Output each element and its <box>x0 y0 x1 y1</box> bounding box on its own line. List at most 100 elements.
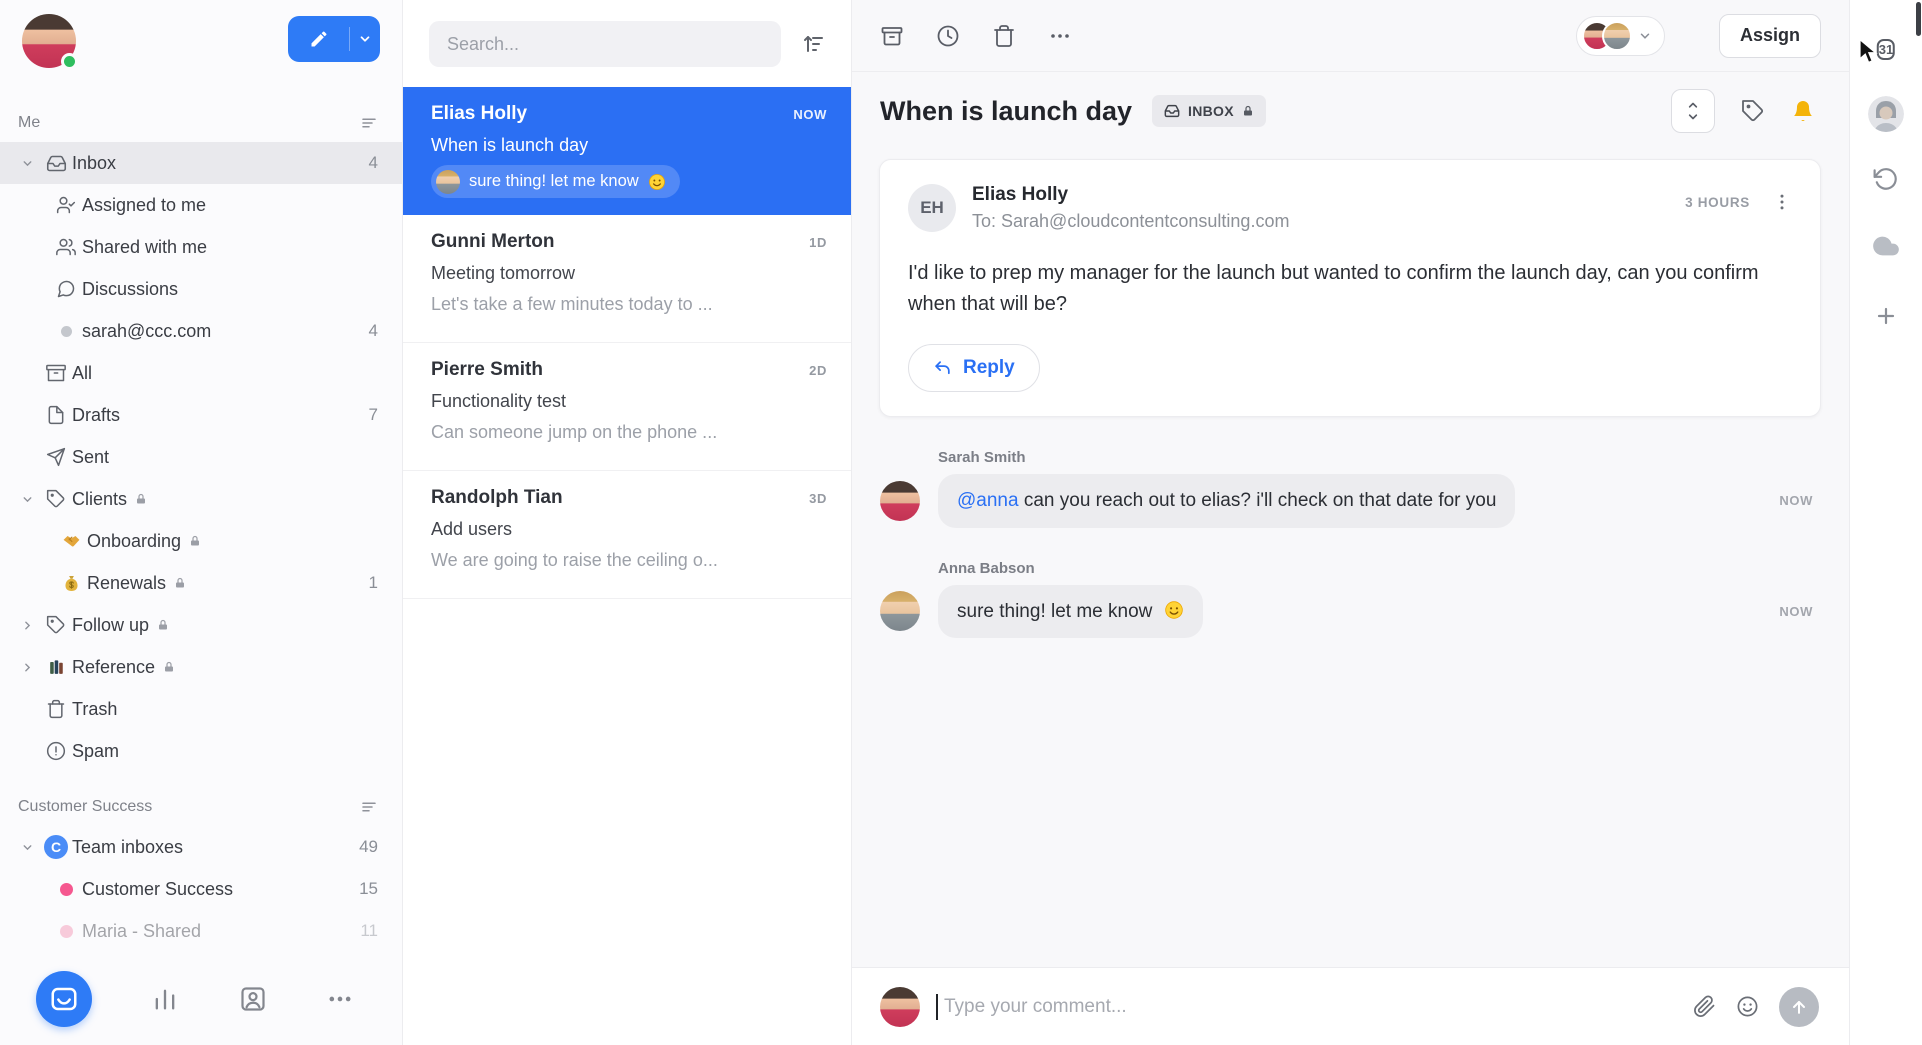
smile-emoji-icon <box>1164 600 1184 620</box>
channel-dot-icon <box>50 326 82 337</box>
calendar-icon[interactable]: 31 <box>1877 40 1895 59</box>
sender-name: Randolph Tian <box>431 487 563 509</box>
comment-author: Anna Babson <box>938 560 1813 577</box>
chevron-down-icon <box>1638 29 1652 43</box>
analytics-icon[interactable] <box>151 985 179 1013</box>
people-icon <box>50 237 82 257</box>
search-input[interactable] <box>429 21 781 67</box>
section-header-customer-success: Customer Success <box>0 788 402 826</box>
conversation-preview: We are going to raise the ceiling o... <box>431 550 827 571</box>
latest-comment-chip: sure thing! let me know <box>431 165 680 198</box>
sidebar-item-label: Follow up <box>72 615 149 636</box>
archive-icon[interactable] <box>880 24 904 48</box>
sidebar-item-team-inboxes[interactable]: C Team inboxes 49 <box>0 826 402 868</box>
message-time: 3 HOURS <box>1685 195 1750 210</box>
chevron-right-icon[interactable] <box>14 661 40 674</box>
reply-button[interactable]: Reply <box>908 344 1040 392</box>
unread-count: 7 <box>369 405 378 425</box>
chevron-right-icon[interactable] <box>14 619 40 632</box>
conversation-time: 1D <box>809 235 827 250</box>
thread-title: When is launch day <box>880 96 1132 127</box>
sidebar-item-assigned-to-me[interactable]: Assigned to me <box>0 184 402 226</box>
inbox-badge[interactable]: INBOX <box>1152 95 1266 127</box>
snooze-clock-icon[interactable] <box>936 24 960 48</box>
sidebar-item-sent[interactable]: Sent <box>0 436 402 478</box>
scrollbar-thumb[interactable] <box>1916 2 1921 36</box>
sidebar-item-onboarding[interactable]: Onboarding <box>0 520 402 562</box>
conversation-subject: Meeting tomorrow <box>431 263 827 284</box>
attachment-icon[interactable] <box>1693 995 1716 1018</box>
sidebar-item-label: Inbox <box>72 153 116 174</box>
conversation-row-elias-holly[interactable]: Elias Holly NOW When is launch day sure … <box>403 87 851 215</box>
conversation-row-pierre-smith[interactable]: Pierre Smith 2D Functionality test Can s… <box>403 343 851 471</box>
chevron-down-icon[interactable] <box>14 493 40 506</box>
tag-icon[interactable] <box>1741 99 1765 123</box>
expand-collapse-icon[interactable] <box>1671 89 1715 133</box>
paper-plane-icon <box>40 447 72 467</box>
sidebar-item-discussions[interactable]: Discussions <box>0 268 402 310</box>
sidebar-item-label: Renewals <box>87 573 166 594</box>
sidebar-item-reference[interactable]: Reference <box>0 646 402 688</box>
contacts-icon[interactable] <box>239 985 267 1013</box>
sidebar-item-clients[interactable]: Clients <box>0 478 402 520</box>
comment-author: Sarah Smith <box>938 449 1813 466</box>
compose-button[interactable] <box>288 16 380 62</box>
filter-icon[interactable] <box>360 114 378 132</box>
sidebar-item-inbox[interactable]: Inbox 4 <box>0 142 402 184</box>
sidebar-item-label: Clients <box>72 489 127 510</box>
conversation-row-randolph-tian[interactable]: Randolph Tian 3D Add users We are going … <box>403 471 851 599</box>
participants-selector[interactable] <box>1576 16 1665 56</box>
sidebar: Me Inbox 4 Assigned to me Shared with me… <box>0 0 403 1045</box>
sidebar-item-sarah-ccc[interactable]: sarah@ccc.com 4 <box>0 310 402 352</box>
sidebar-item-spam[interactable]: Spam <box>0 730 402 772</box>
presence-indicator <box>61 53 78 70</box>
sidebar-item-renewals[interactable]: Renewals 1 <box>0 562 402 604</box>
conversation-preview: Let's take a few minutes today to ... <box>431 294 827 315</box>
chevron-down-icon[interactable] <box>14 157 40 170</box>
sidebar-item-team-maria-shared[interactable]: Maria - Shared 11 <box>0 910 402 952</box>
plus-icon[interactable] <box>1874 304 1898 328</box>
sidebar-item-all[interactable]: All <box>0 352 402 394</box>
kebab-menu-icon[interactable] <box>1772 192 1792 212</box>
history-icon[interactable] <box>1873 166 1899 192</box>
sidebar-item-follow-up[interactable]: Follow up <box>0 604 402 646</box>
assign-button[interactable]: Assign <box>1719 14 1821 58</box>
chevron-down-icon[interactable] <box>350 32 380 46</box>
mention-link[interactable]: @anna <box>957 490 1019 511</box>
sidebar-item-trash[interactable]: Trash <box>0 688 402 730</box>
thread-title-row: When is launch day INBOX <box>852 72 1849 133</box>
comment-input[interactable] <box>944 996 1677 1018</box>
sidebar-item-shared-with-me[interactable]: Shared with me <box>0 226 402 268</box>
sender-name: Gunni Merton <box>431 231 554 253</box>
notification-bell-icon[interactable] <box>1791 99 1815 123</box>
filter-icon[interactable] <box>360 798 378 816</box>
emoji-picker-icon[interactable] <box>1736 995 1759 1018</box>
lock-icon <box>157 619 169 631</box>
comment-time: NOW <box>1779 493 1813 508</box>
conversation-row-gunni-merton[interactable]: Gunni Merton 1D Meeting tomorrow Let's t… <box>403 215 851 343</box>
lock-icon <box>189 535 201 547</box>
more-icon[interactable] <box>1048 24 1072 48</box>
comment: Anna Babson sure thing! let me know NOW <box>880 560 1813 639</box>
conversation-preview: Can someone jump on the phone ... <box>431 422 827 443</box>
user-avatar[interactable] <box>22 14 76 68</box>
sidebar-item-label: Spam <box>72 741 119 762</box>
sidebar-item-team-customer-success[interactable]: Customer Success 15 <box>0 868 402 910</box>
tag-icon <box>40 489 72 509</box>
comment-thread: Sarah Smith @anna can you reach out to e… <box>852 449 1849 638</box>
inbox-app-icon[interactable] <box>36 971 92 1027</box>
section-header-me: Me <box>0 104 402 142</box>
books-icon <box>40 658 72 677</box>
more-icon[interactable] <box>326 985 354 1013</box>
lock-icon <box>135 493 147 505</box>
conversation-subject: Functionality test <box>431 391 827 412</box>
trash-icon[interactable] <box>992 24 1016 48</box>
sort-icon[interactable] <box>801 32 825 56</box>
sidebar-item-label: Drafts <box>72 405 120 426</box>
contact-avatar-icon[interactable] <box>1868 96 1904 132</box>
cloud-icon[interactable] <box>1872 232 1900 260</box>
chevron-down-icon[interactable] <box>14 841 40 854</box>
section-label: Me <box>18 114 40 132</box>
send-comment-button[interactable] <box>1779 987 1819 1027</box>
sidebar-item-drafts[interactable]: Drafts 7 <box>0 394 402 436</box>
